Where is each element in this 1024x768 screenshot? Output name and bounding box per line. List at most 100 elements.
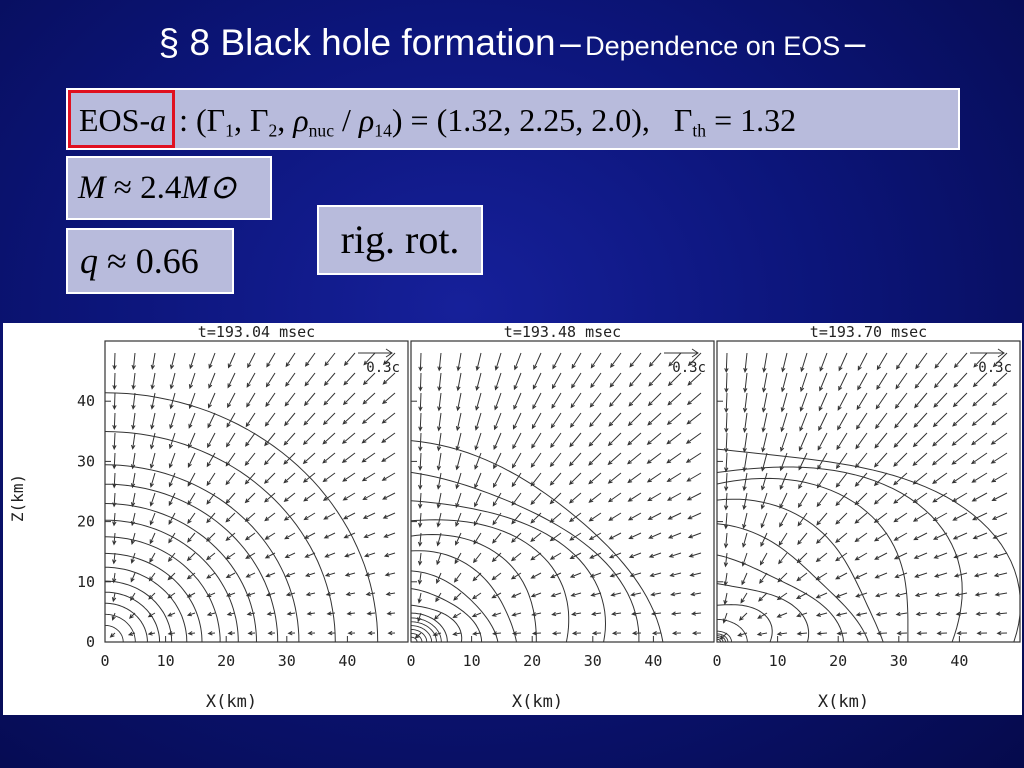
velocity-field [109,352,396,638]
velocity-arrow [150,412,156,430]
velocity-arrow [247,352,256,369]
velocity-arrow [187,631,196,636]
velocity-arrow [685,432,702,444]
velocity-arrow [874,552,888,560]
velocity-arrow [724,452,729,473]
velocity-arrow [207,432,216,449]
velocity-arrow [976,631,988,636]
velocity-arrow [206,552,216,561]
velocity-arrow [952,532,968,540]
velocity-arrow [168,492,176,507]
velocity-arrow [627,452,642,465]
velocity-arrow [951,472,968,484]
velocity-arrow [344,572,356,577]
panel-2: 0.3c t=193.48 msec 0 10 20 30 40 X(km) [406,323,715,712]
density-contour [105,580,173,642]
velocity-arrow [568,452,582,467]
velocity-arrow [549,512,562,523]
velocity-arrow [778,552,788,565]
velocity-arrow [993,552,1008,558]
velocity-arrow [186,592,196,598]
velocity-arrow [304,352,316,367]
velocity-arrow [591,631,602,636]
velocity-arrow [513,392,522,410]
velocity-arrow [305,572,316,577]
velocity-arrow [323,532,336,539]
velocity-arrow [112,532,117,546]
velocity-arrow [779,492,788,509]
velocity-arrow [650,592,662,597]
velocity-arrow [569,412,582,428]
velocity-arrow [742,432,748,453]
velocity-arrow [629,352,642,368]
velocity-arrow [569,572,582,578]
velocity-arrow [990,432,1008,445]
velocity-arrow [437,412,442,432]
velocity-arrow [453,592,462,601]
velocity-arrow [647,392,662,407]
rotation-label: rig. rot. [340,217,460,262]
velocity-arrow [494,372,502,391]
velocity-arrow [894,572,908,579]
velocity-arrow [589,392,602,408]
velocity-arrow [550,592,562,598]
velocity-arrow [819,352,828,372]
velocity-arrow [952,392,968,408]
velocity-arrow [569,432,582,448]
velocity-arrow [762,372,768,393]
velocity-arrow [246,372,256,388]
velocity-arrow [647,492,662,502]
reference-velocity-arrow [664,348,699,358]
velocity-arrow [952,512,968,521]
velocity-arrow [995,611,1008,616]
velocity-arrow [933,392,948,408]
velocity-arrow [382,512,396,519]
velocity-arrow [382,392,396,405]
density-contour [717,523,869,642]
velocity-arrow [418,392,423,412]
velocity-arrow [149,532,156,545]
velocity-arrow [303,532,316,539]
velocity-arrow [128,612,136,619]
velocity-arrow [245,412,256,428]
velocity-arrow [670,611,682,616]
x-tick-label: 40 [644,652,662,670]
velocity-arrow [283,432,296,446]
velocity-arrow [875,392,888,410]
velocity-arrow [131,412,136,430]
velocity-arrow [972,532,988,540]
velocity-arrow [452,612,462,618]
velocity-arrow [112,452,117,470]
velocity-arrow [648,532,662,539]
density-contour [105,483,279,642]
velocity-arrow [436,552,442,566]
title-dash: – [560,22,581,63]
velocity-arrow [953,352,968,369]
velocity-arrow [475,352,482,372]
velocity-arrow [667,392,682,406]
velocity-arrow [780,392,788,413]
velocity-arrow [568,492,582,504]
velocity-arrow [835,452,848,470]
velocity-arrow [973,572,988,578]
velocity-arrow [206,611,216,617]
velocity-arrow [324,552,336,558]
velocity-arrow [187,452,196,468]
velocity-arrow [226,592,236,597]
velocity-arrow [418,492,423,509]
velocity-arrow [855,432,868,450]
velocity-field [414,352,702,639]
velocity-arrow [647,512,662,520]
velocity-arrow [800,372,808,393]
velocity-arrow [568,472,582,486]
velocity-arrow [799,412,808,432]
velocity-arrow [874,572,888,579]
velocity-arrow [759,552,768,566]
velocity-arrow [953,372,968,388]
velocity-arrow [455,432,462,452]
velocity-arrow [322,452,336,464]
velocity-arrow [167,552,176,562]
velocity-arrow [284,412,296,427]
velocity-arrow [244,492,256,504]
velocity-arrow [651,630,662,636]
